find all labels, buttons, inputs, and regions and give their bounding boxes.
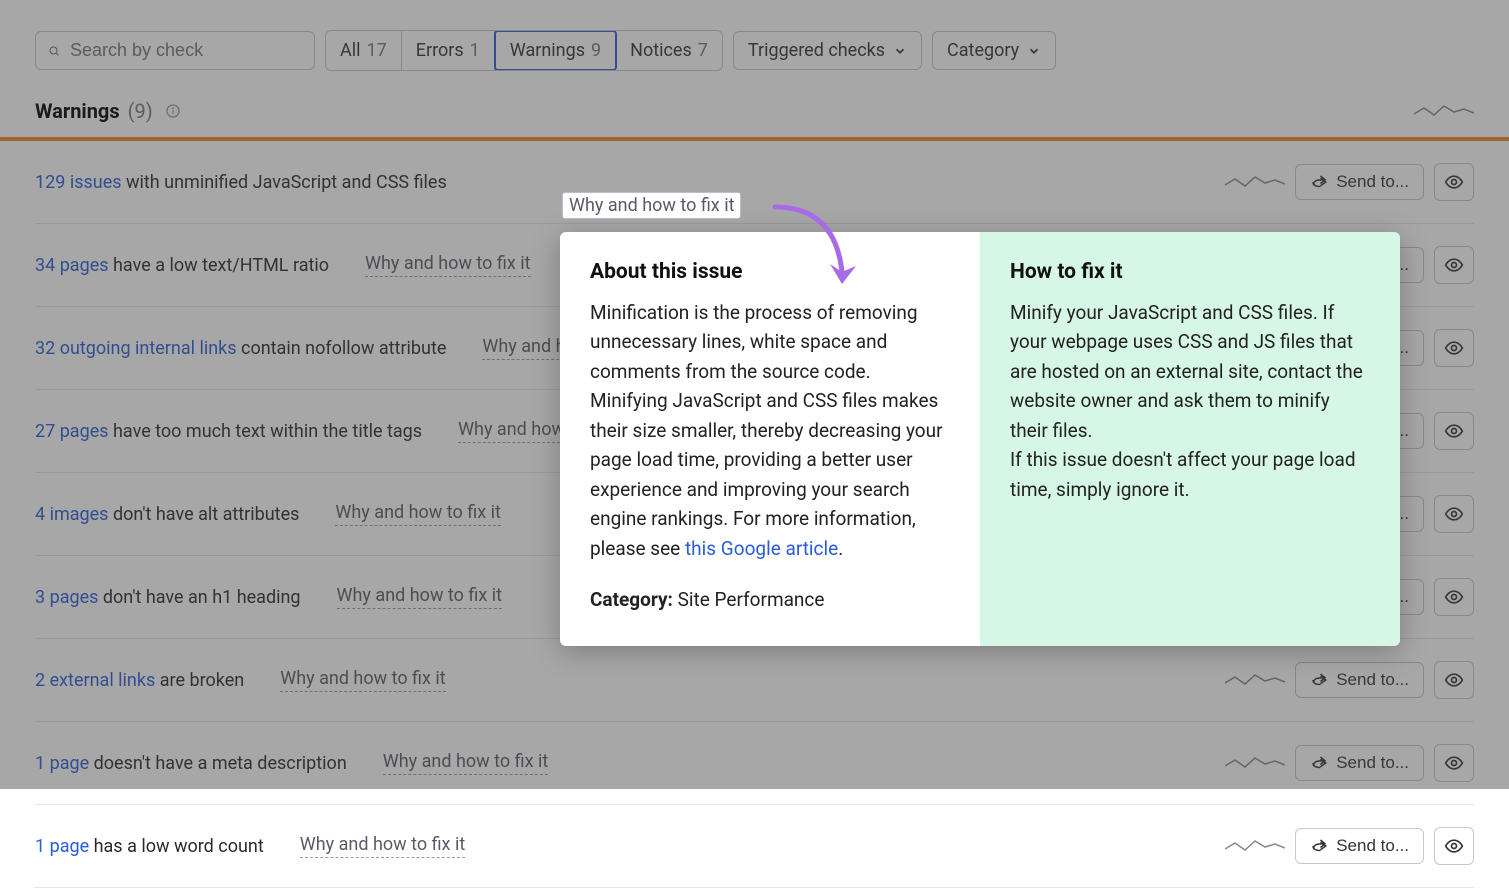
issue-count-link[interactable]: 32 outgoing internal links: [35, 338, 237, 359]
issue-count-link[interactable]: 3 pages: [35, 587, 98, 608]
share-arrow-icon: [1310, 837, 1328, 855]
search-icon: [48, 42, 60, 60]
why-how-link-highlighted[interactable]: Why and how to fix it: [562, 192, 741, 219]
eye-icon: [1444, 504, 1464, 524]
fix-text: Minify your JavaScript and CSS files. If…: [1010, 298, 1370, 504]
fix-heading: How to fix it: [1010, 260, 1370, 284]
about-heading: About this issue: [590, 260, 950, 284]
filter-all[interactable]: All 17: [326, 31, 402, 70]
filter-warnings[interactable]: Warnings 9: [494, 30, 617, 71]
filter-errors-count: 1: [470, 40, 480, 61]
eye-icon: [1444, 338, 1464, 358]
eye-icon: [1444, 421, 1464, 441]
send-to-button[interactable]: Send to...: [1295, 828, 1424, 864]
issue-text: 1 page doesn't have a meta description: [35, 753, 347, 774]
why-how-link[interactable]: Why and how to fix it: [337, 585, 502, 609]
issue-count-link[interactable]: 34 pages: [35, 255, 109, 276]
issue-count-link[interactable]: 2 external links: [35, 670, 155, 691]
eye-icon: [1444, 587, 1464, 607]
issue-text: 34 pages have a low text/HTML ratio: [35, 255, 329, 276]
hide-button[interactable]: [1434, 744, 1474, 782]
why-how-link[interactable]: Why and how to fix it: [383, 751, 548, 775]
issue-row: 2 external links are broken Why and how t…: [35, 639, 1474, 722]
why-how-link[interactable]: Why and how to fix it: [365, 253, 530, 277]
send-to-button[interactable]: Send to...: [1295, 745, 1424, 781]
filter-warnings-count: 9: [591, 40, 601, 61]
sparkline-icon: [1225, 837, 1285, 855]
issue-count-link[interactable]: 27 pages: [35, 421, 109, 442]
send-to-button[interactable]: Send to...: [1295, 662, 1424, 698]
search-field[interactable]: [70, 40, 302, 61]
issue-count-link[interactable]: 1 page: [35, 836, 89, 857]
chevron-down-icon: [1027, 44, 1041, 58]
category-label: Category: [947, 40, 1019, 61]
google-article-link[interactable]: this Google article: [685, 537, 838, 560]
triggered-checks-label: Triggered checks: [748, 40, 885, 61]
section-title: Warnings (9): [35, 99, 181, 123]
issue-text: 4 images don't have alt attributes: [35, 504, 299, 525]
eye-icon: [1444, 670, 1464, 690]
sparkline-icon: [1225, 173, 1285, 191]
eye-icon: [1444, 836, 1464, 856]
filter-notices-count: 7: [698, 40, 708, 61]
issue-count-link[interactable]: 129 issues: [35, 172, 122, 193]
why-how-link[interactable]: Why and how to fix it: [280, 668, 445, 692]
category-dropdown[interactable]: Category: [932, 31, 1056, 70]
sparkline-icon: [1414, 102, 1474, 120]
hide-button[interactable]: [1434, 661, 1474, 699]
filter-notices-label: Notices: [630, 40, 692, 61]
section-count: (9): [128, 99, 153, 123]
chevron-down-icon: [893, 44, 907, 58]
issue-text: 3 pages don't have an h1 heading: [35, 587, 301, 608]
issue-text: 129 issues with unminified JavaScript an…: [35, 172, 447, 193]
info-icon[interactable]: [165, 103, 181, 119]
issue-detail-popover: About this issue Minification is the pro…: [560, 232, 1400, 646]
issue-text: 2 external links are broken: [35, 670, 244, 691]
triggered-checks-dropdown[interactable]: Triggered checks: [733, 31, 922, 70]
about-text: Minification is the process of removing …: [590, 298, 950, 563]
filter-errors-label: Errors: [416, 40, 464, 61]
hide-button[interactable]: [1434, 827, 1474, 865]
hide-button[interactable]: [1434, 246, 1474, 284]
hide-button[interactable]: [1434, 412, 1474, 450]
hide-button[interactable]: [1434, 495, 1474, 533]
share-arrow-icon: [1310, 671, 1328, 689]
hide-button[interactable]: [1434, 329, 1474, 367]
issue-text: 27 pages have too much text within the t…: [35, 421, 422, 442]
issue-count-link[interactable]: 4 images: [35, 504, 108, 525]
eye-icon: [1444, 172, 1464, 192]
send-to-button[interactable]: Send to...: [1295, 164, 1424, 200]
eye-icon: [1444, 753, 1464, 773]
filter-warnings-label: Warnings: [510, 40, 585, 61]
filter-all-count: 17: [367, 40, 387, 61]
issue-row: 1 page has a low word count Why and how t…: [35, 805, 1474, 888]
why-how-link[interactable]: Why and how to fix it: [335, 502, 500, 526]
eye-icon: [1444, 255, 1464, 275]
share-arrow-icon: [1310, 173, 1328, 191]
issue-text: 1 page has a low word count: [35, 836, 264, 857]
filter-notices[interactable]: Notices 7: [616, 31, 722, 70]
filter-tabs: All 17 Errors 1 Warnings 9 Notices 7: [325, 30, 723, 71]
hide-button[interactable]: [1434, 578, 1474, 616]
issue-count-link[interactable]: 1 page: [35, 753, 89, 774]
hide-button[interactable]: [1434, 163, 1474, 201]
sparkline-icon: [1225, 754, 1285, 772]
sparkline-icon: [1225, 671, 1285, 689]
issue-row: 1 page doesn't have a meta description Wh…: [35, 722, 1474, 805]
issue-row: 129 issues with unminified JavaScript an…: [35, 141, 1474, 224]
filter-errors[interactable]: Errors 1: [402, 31, 495, 70]
search-input[interactable]: [35, 31, 315, 70]
why-how-link[interactable]: Why and how to fix it: [300, 834, 465, 858]
issue-text: 32 outgoing internal links contain nofol…: [35, 338, 446, 359]
category-line: Category: Site Performance: [590, 585, 950, 614]
share-arrow-icon: [1310, 754, 1328, 772]
filter-all-label: All: [340, 40, 361, 61]
section-title-text: Warnings: [35, 99, 120, 123]
